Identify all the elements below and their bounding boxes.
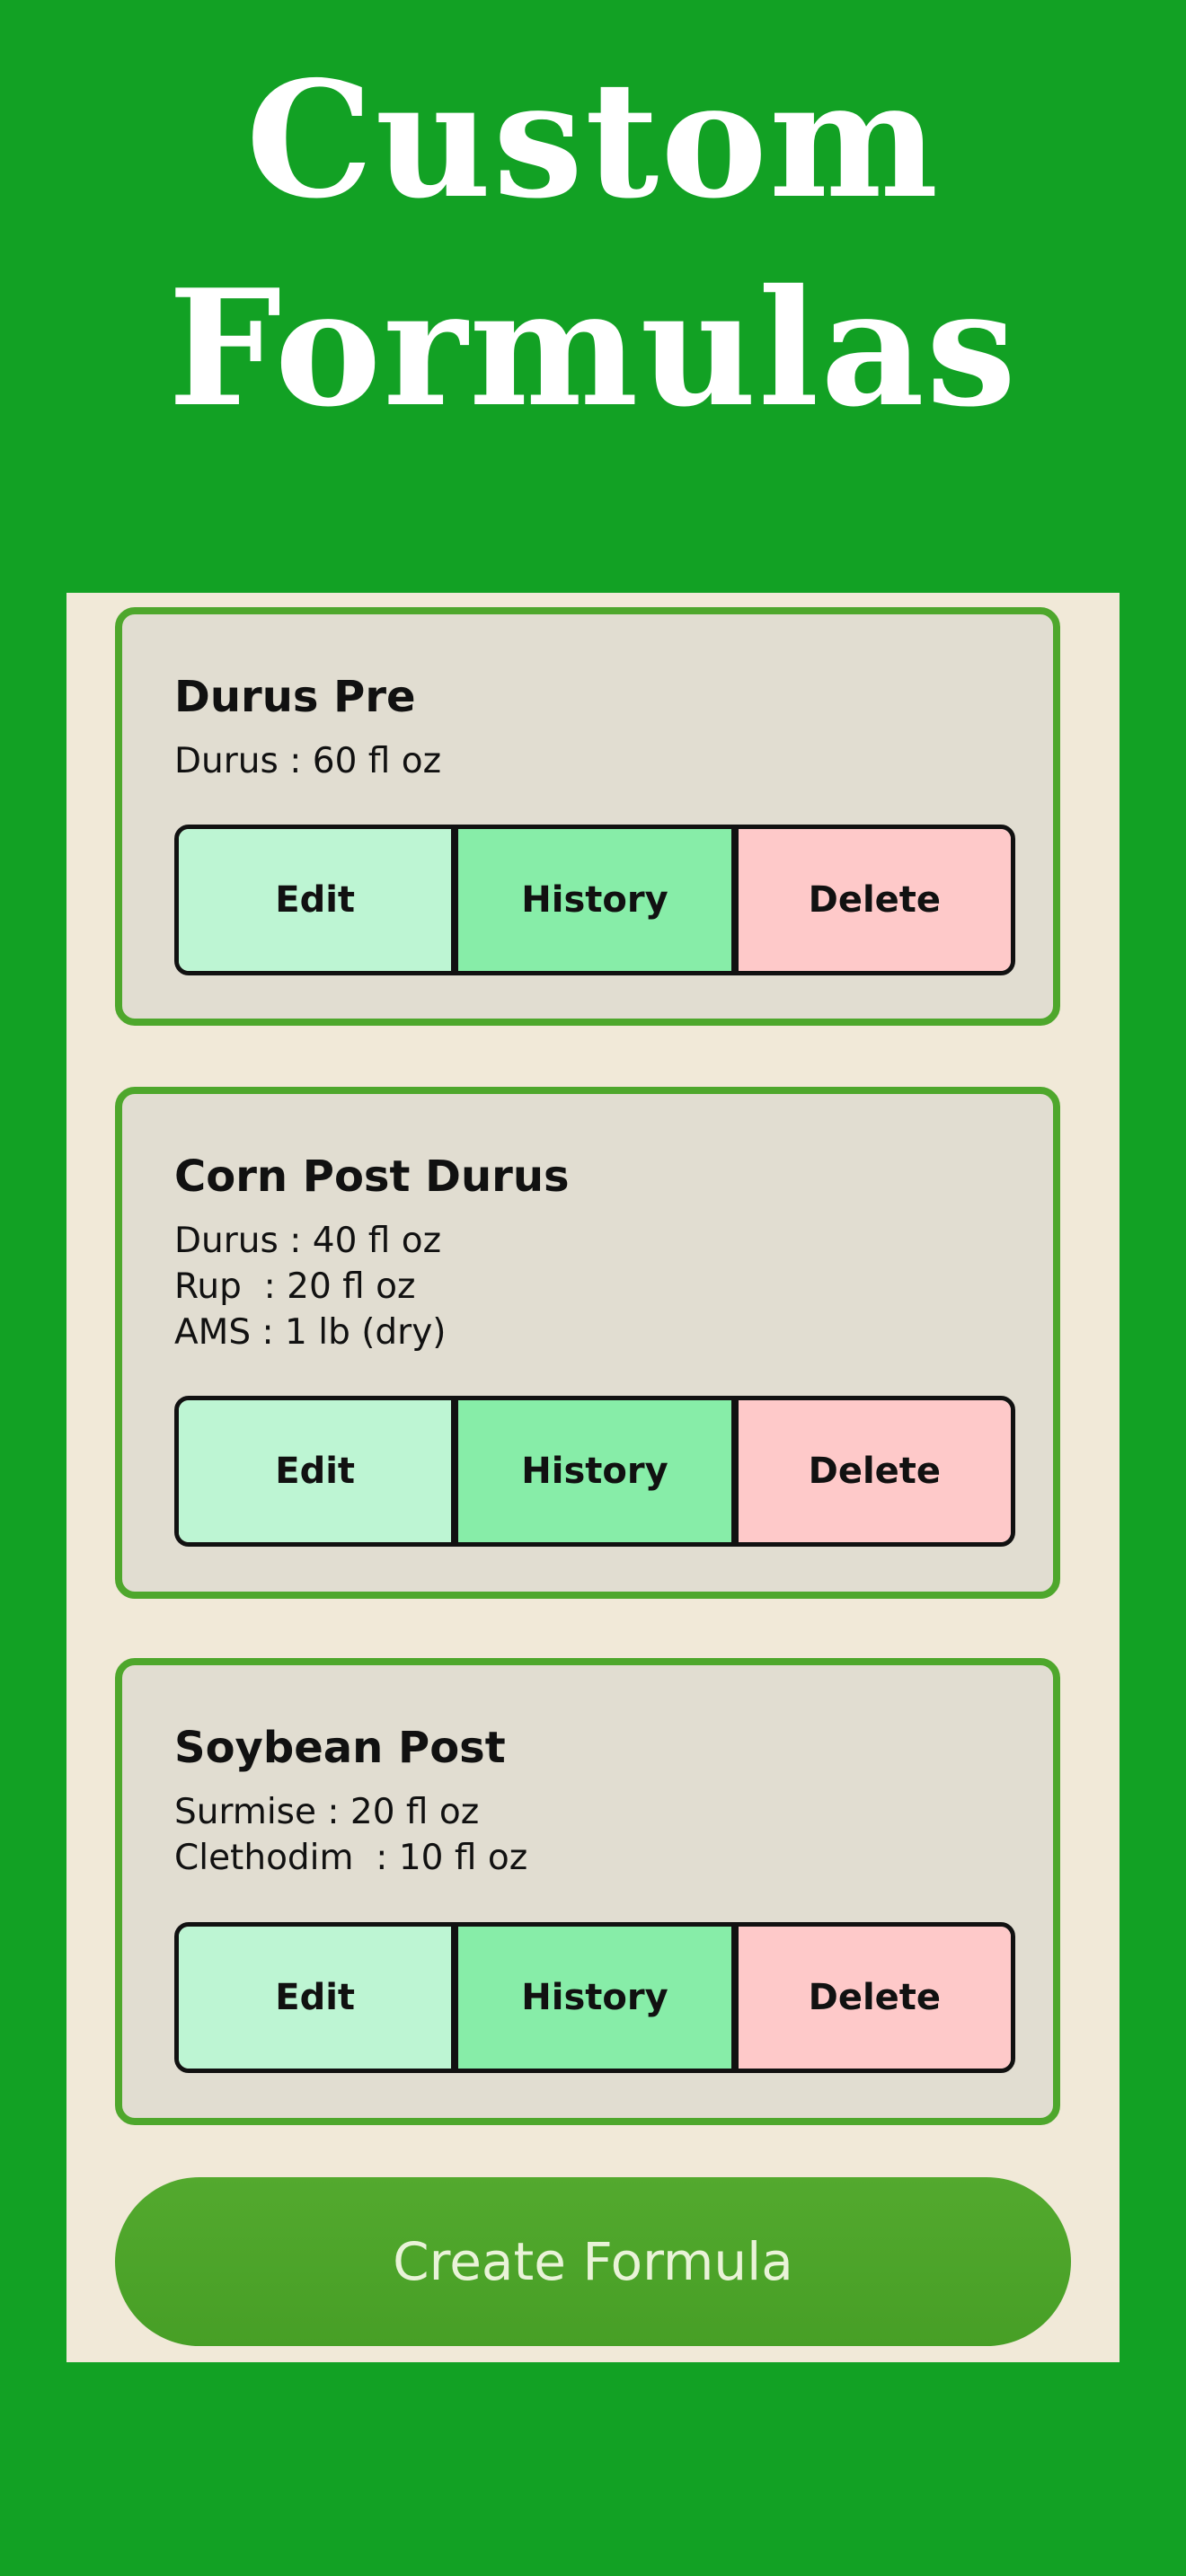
title-line-1: Custom <box>245 46 941 234</box>
formula-ingredients: Durus : 40 fl oz Rup : 20 fl oz AMS : 1 … <box>174 1221 447 1353</box>
formula-actions: Edit History Delete <box>174 825 1015 975</box>
create-formula-button[interactable]: Create Formula <box>115 2177 1071 2346</box>
formula-name: Soybean Post <box>174 1723 506 1773</box>
formula-card-durus-pre: Durus Pre Durus : 60 fl oz Edit History … <box>115 607 1060 1026</box>
history-button[interactable]: History <box>458 1400 739 1542</box>
delete-button[interactable]: Delete <box>738 829 1011 971</box>
history-button[interactable]: History <box>458 829 739 971</box>
formula-name: Durus Pre <box>174 672 416 722</box>
formula-ingredients: Durus : 60 fl oz <box>174 741 442 781</box>
page-title: Custom Formulas <box>0 36 1186 453</box>
formula-actions: Edit History Delete <box>174 1922 1015 2073</box>
formula-ingredients: Surmise : 20 fl oz Clethodim : 10 fl oz <box>174 1792 528 1878</box>
edit-button[interactable]: Edit <box>179 829 459 971</box>
title-line-2: Formulas <box>167 254 1019 442</box>
edit-button[interactable]: Edit <box>179 1400 459 1542</box>
formula-list-panel: Durus Pre Durus : 60 fl oz Edit History … <box>66 593 1120 2362</box>
edit-button[interactable]: Edit <box>179 1927 459 2069</box>
formula-card-corn-post-durus: Corn Post Durus Durus : 40 fl oz Rup : 2… <box>115 1087 1060 1599</box>
formula-card-soybean-post: Soybean Post Surmise : 20 fl oz Clethodi… <box>115 1658 1060 2125</box>
history-button[interactable]: History <box>458 1927 739 2069</box>
formula-actions: Edit History Delete <box>174 1396 1015 1547</box>
delete-button[interactable]: Delete <box>738 1400 1011 1542</box>
formula-name: Corn Post Durus <box>174 1151 570 1202</box>
delete-button[interactable]: Delete <box>738 1927 1011 2069</box>
